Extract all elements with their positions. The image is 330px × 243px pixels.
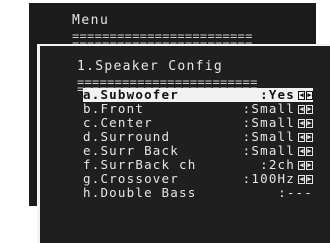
- arrow-left-icon: ◀: [298, 147, 305, 156]
- adjust-arrows-icon: ◀ ▶: [297, 119, 313, 128]
- arrow-left-icon: ◀: [298, 133, 305, 142]
- adjust-arrows-icon: ◀ ▶: [297, 161, 313, 170]
- adjust-arrows-icon: ◀ ▶: [297, 105, 313, 114]
- menu-item-front[interactable]: b.Front :Small ◀ ▶: [83, 102, 313, 116]
- menu-item-value: :Small: [242, 129, 295, 144]
- adjust-arrows-icon: ◀ ▶: [297, 147, 313, 156]
- menu-item-value: :2ch: [260, 157, 295, 172]
- adjust-arrows-icon: ◀ ▶: [297, 133, 313, 142]
- arrow-left-icon: ◀: [298, 119, 305, 128]
- arrow-right-icon: ▶: [306, 105, 313, 114]
- menu-item-label: d.Surround: [83, 129, 171, 144]
- arrow-right-icon: ▶: [306, 175, 313, 184]
- menu-item-label: a.Subwoofer: [83, 87, 179, 102]
- arrow-left-icon: ◀: [298, 91, 305, 100]
- menu-item-value: :Yes: [260, 87, 295, 102]
- adjust-arrows-icon: ◀ ▶: [297, 175, 313, 184]
- speaker-config-title: 1.Speaker Config: [77, 59, 224, 74]
- menu-item-label: g.Crossover: [83, 171, 179, 186]
- speaker-config-menu: a.Subwoofer :Yes ◀ ▶ b.Front :Small ◀ ▶ c.Ce…: [83, 88, 313, 200]
- menu-item-value: :Small: [242, 143, 295, 158]
- menu-item-center[interactable]: c.Center :Small ◀ ▶: [83, 116, 313, 130]
- arrow-left-icon: ◀: [298, 161, 305, 170]
- menu-item-subwoofer[interactable]: a.Subwoofer :Yes ◀ ▶: [83, 88, 313, 102]
- arrow-right-icon: ▶: [306, 161, 313, 170]
- arrow-right-icon: ▶: [306, 119, 313, 128]
- main-menu-title: Menu: [72, 13, 110, 28]
- speaker-config-panel: 1.Speaker Config =======================…: [37, 44, 330, 243]
- menu-item-value: :---: [278, 185, 313, 200]
- arrow-right-icon: ▶: [306, 147, 313, 156]
- menu-item-surr-back[interactable]: e.Surr Back :Small ◀ ▶: [83, 144, 313, 158]
- menu-item-label: b.Front: [83, 101, 145, 116]
- menu-item-label: h.Double Bass: [83, 185, 197, 200]
- menu-item-value: :100Hz: [242, 171, 295, 186]
- arrow-left-icon: ◀: [298, 105, 305, 114]
- menu-item-value: :Small: [242, 101, 295, 116]
- menu-item-label: f.SurrBack ch: [83, 157, 197, 172]
- arrow-right-icon: ▶: [306, 133, 313, 142]
- menu-item-surrback-ch[interactable]: f.SurrBack ch :2ch ◀ ▶: [83, 158, 313, 172]
- adjust-arrows-icon: ◀ ▶: [297, 91, 313, 100]
- menu-item-label: e.Surr Back: [83, 143, 179, 158]
- menu-item-crossover[interactable]: g.Crossover :100Hz ◀ ▶: [83, 172, 313, 186]
- menu-item-double-bass[interactable]: h.Double Bass :---: [83, 186, 313, 200]
- arrow-left-icon: ◀: [298, 175, 305, 184]
- arrow-right-icon: ▶: [306, 91, 313, 100]
- menu-item-label: c.Center: [83, 115, 153, 130]
- menu-item-value: :Small: [242, 115, 295, 130]
- menu-item-surround[interactable]: d.Surround :Small ◀ ▶: [83, 130, 313, 144]
